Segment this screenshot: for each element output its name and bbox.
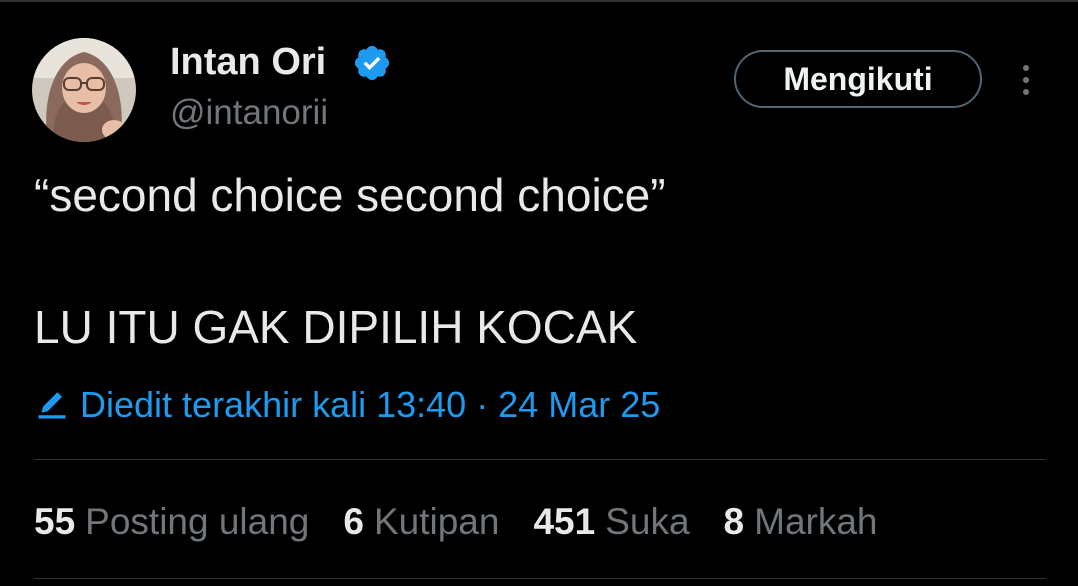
stat-count: 451	[533, 501, 596, 542]
stat-reposts[interactable]: 55 Posting ulang	[34, 501, 309, 543]
engagement-stats: 55 Posting ulang 6 Kutipan 451 Suka 8 Ma…	[34, 496, 912, 548]
tweet-text-line-1: “second choice second choice”	[34, 169, 666, 221]
display-name[interactable]: Intan Ori	[170, 40, 326, 84]
user-handle[interactable]: @intanorii	[170, 93, 328, 133]
stat-label: Markah	[754, 501, 878, 542]
tweet-text-line-2: LU ITU GAK DIPILIH KOCAK	[34, 301, 638, 353]
edit-history-text: Diedit terakhir kali 13:40 · 24 Mar 25	[80, 384, 661, 425]
divider	[34, 578, 1046, 579]
stat-count: 55	[34, 501, 76, 542]
stat-likes[interactable]: 451 Suka	[533, 501, 689, 543]
divider	[34, 459, 1046, 460]
stat-quotes[interactable]: 6 Kutipan	[343, 501, 499, 543]
verified-badge-icon	[354, 45, 390, 81]
more-options-button[interactable]	[1010, 62, 1042, 98]
stat-bookmarks[interactable]: 8 Markah	[724, 501, 878, 543]
pencil-icon	[38, 392, 66, 419]
stat-count: 8	[723, 501, 745, 542]
avatar-image	[32, 38, 136, 142]
more-vertical-icon	[1023, 65, 1029, 95]
following-button[interactable]: Mengikuti	[734, 50, 982, 108]
edit-history-link[interactable]: Diedit terakhir kali 13:40 · 24 Mar 25	[34, 380, 660, 430]
stat-count: 6	[343, 501, 364, 542]
stat-label: Kutipan	[373, 501, 500, 542]
avatar[interactable]	[32, 38, 136, 142]
stat-label: Posting ulang	[85, 501, 310, 542]
stat-label: Suka	[605, 501, 690, 542]
top-divider	[0, 0, 1078, 2]
